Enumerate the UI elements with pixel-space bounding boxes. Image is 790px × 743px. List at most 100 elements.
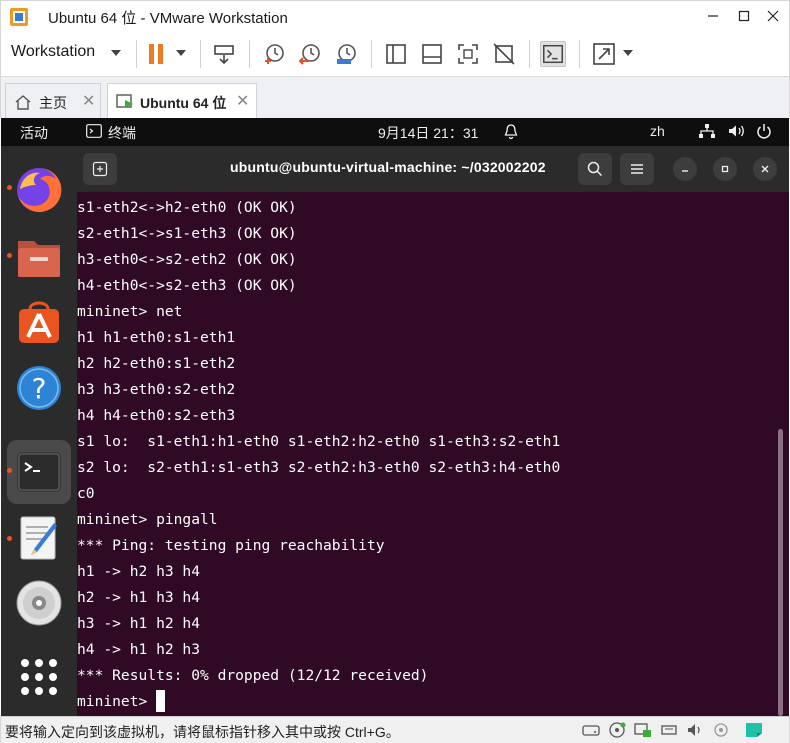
usb-controller-icon[interactable] <box>659 721 679 739</box>
hamburger-menu-button[interactable] <box>620 153 654 185</box>
hard-disk-icon[interactable] <box>581 721 601 739</box>
new-tab-icon <box>92 161 108 177</box>
firefox-icon[interactable] <box>14 165 64 215</box>
pause-icon[interactable] <box>144 41 170 67</box>
running-indicator <box>7 185 12 190</box>
home-icon <box>15 95 31 110</box>
terminal-line: s2-eth1<->s1-eth3 (OK OK) <box>77 225 297 242</box>
stretch-guest-icon[interactable] <box>591 41 617 67</box>
status-message: 要将输入定向到该虚拟机，请将鼠标指针移入其中或按 Ctrl+G。 <box>5 724 400 740</box>
files-icon[interactable] <box>14 233 64 283</box>
vmware-toolbar: Workstation <box>0 32 790 76</box>
app-center-icon[interactable] <box>14 297 64 347</box>
toolbar-separator <box>529 40 530 68</box>
stretch-menu-caret-icon[interactable] <box>623 50 633 56</box>
console-view-icon[interactable] <box>540 41 566 67</box>
revert-snapshot-icon[interactable] <box>297 41 323 67</box>
power-icon[interactable] <box>756 123 772 139</box>
full-screen-icon[interactable] <box>455 41 481 67</box>
tab-ubuntu-vm[interactable]: Ubuntu 64 位 ✕ <box>107 83 257 119</box>
search-icon <box>587 161 603 177</box>
window-title: Ubuntu 64 位 - VMware Workstation <box>48 10 288 27</box>
disc-icon[interactable] <box>14 578 64 628</box>
terminal-maximize-button[interactable] <box>713 157 737 181</box>
terminal-prompt-line[interactable]: mininet> <box>77 689 166 715</box>
toolbar-separator <box>371 40 372 68</box>
app-menu-label[interactable]: 终端 <box>108 123 136 143</box>
clock[interactable]: 9月14日 21：31 <box>378 123 478 143</box>
tab-strip: 主页 ✕ Ubuntu 64 位 ✕ <box>0 76 790 119</box>
terminal-line: mininet> pingall <box>77 511 218 528</box>
running-indicator <box>7 536 12 541</box>
send-keys-icon[interactable] <box>211 41 237 67</box>
running-indicator <box>7 468 12 473</box>
unity-mode-icon[interactable] <box>491 41 517 67</box>
toolbar-separator <box>249 40 250 68</box>
sound-card-icon[interactable] <box>685 721 705 739</box>
activities-button[interactable]: 活动 <box>20 123 48 143</box>
terminal-line: mininet> net <box>77 303 183 320</box>
text-editor-icon[interactable] <box>14 513 64 563</box>
thumbnail-bar-icon[interactable] <box>419 41 445 67</box>
message-log-icon[interactable] <box>744 721 764 739</box>
terminal-line: h2 -> h1 h3 h4 <box>77 589 201 606</box>
tab-home[interactable]: 主页 ✕ <box>5 83 101 119</box>
maximize-button[interactable] <box>732 5 756 27</box>
vmware-statusbar: 要将输入定向到该虚拟机，请将鼠标指针移入其中或按 Ctrl+G。 <box>0 716 790 743</box>
tab-home-label: 主页 <box>39 95 67 111</box>
terminal-prompt: mininet> <box>77 693 157 710</box>
ubuntu-dock: ? <box>1 146 77 716</box>
terminal-line: h4 -> h1 h2 h3 <box>77 641 201 658</box>
workstation-menu-caret-icon[interactable] <box>111 50 121 56</box>
restore-icon <box>721 165 729 173</box>
terminal-line: h1 h1-eth0:s1-eth1 <box>77 329 236 346</box>
terminal-scrollbar[interactable] <box>778 429 783 716</box>
terminal-line: h4 h4-eth0:s2-eth3 <box>77 407 236 424</box>
input-method-indicator[interactable]: zh <box>650 123 665 139</box>
maximize-icon <box>738 10 750 22</box>
tab-ubuntu-vm-close-icon[interactable]: ✕ <box>236 91 249 111</box>
terminal-line: c0 <box>77 485 95 502</box>
terminal-line: h2 h2-eth0:s1-eth2 <box>77 355 236 372</box>
terminal-line: h3-eth0<->s2-eth2 (OK OK) <box>77 251 297 268</box>
minimize-icon <box>682 170 688 172</box>
help-icon[interactable]: ? <box>14 363 64 413</box>
terminal-output[interactable]: s1-eth2<->h2-eth0 (OK OK) s2-eth1<->s1-e… <box>77 192 789 716</box>
terminal-line: s2 lo: s2-eth1:s1-eth3 s2-eth2:h3-eth0 s… <box>77 459 561 476</box>
terminal-line: *** Ping: testing ping reachability <box>77 537 385 554</box>
close-icon <box>761 165 769 173</box>
new-tab-button[interactable] <box>83 153 117 185</box>
show-apps-icon[interactable] <box>14 652 64 702</box>
cd-dvd-icon[interactable] <box>607 721 627 739</box>
tab-ubuntu-vm-label: Ubuntu 64 位 <box>140 95 227 111</box>
minimize-button[interactable] <box>701 5 725 27</box>
terminal-icon[interactable] <box>14 447 64 497</box>
snapshot-icon[interactable] <box>261 41 287 67</box>
terminal-minimize-button[interactable] <box>673 157 697 181</box>
snapshot-manager-icon[interactable] <box>333 41 359 67</box>
bell-icon[interactable] <box>504 123 518 140</box>
svg-text:?: ? <box>32 372 47 405</box>
window-titlebar: Ubuntu 64 位 - VMware Workstation <box>0 0 790 32</box>
terminal-line: *** Results: 0% dropped (12/12 received) <box>77 667 429 684</box>
vm-running-icon <box>116 94 133 108</box>
tab-home-close-icon[interactable]: ✕ <box>82 91 95 111</box>
workstation-menu[interactable]: Workstation <box>11 43 95 61</box>
power-menu-caret-icon[interactable] <box>176 50 186 56</box>
running-indicator <box>7 253 12 258</box>
library-view-icon[interactable] <box>383 41 409 67</box>
printer-icon[interactable] <box>711 721 731 739</box>
hamburger-menu-icon <box>631 164 643 174</box>
terminal-title: ubuntu@ubuntu-virtual-machine: ~/0320022… <box>230 159 546 175</box>
search-button[interactable] <box>578 153 612 185</box>
text-cursor <box>156 689 166 712</box>
toolbar-separator <box>136 40 137 68</box>
minimize-icon <box>708 15 718 17</box>
network-icon[interactable] <box>698 123 716 139</box>
terminal-line: h3 h3-eth0:s2-eth2 <box>77 381 236 398</box>
terminal-line: h3 -> h1 h2 h4 <box>77 615 201 632</box>
network-adapter-icon[interactable] <box>633 721 653 739</box>
volume-icon[interactable] <box>728 124 746 138</box>
close-button[interactable] <box>761 5 785 27</box>
terminal-close-button[interactable] <box>753 157 777 181</box>
